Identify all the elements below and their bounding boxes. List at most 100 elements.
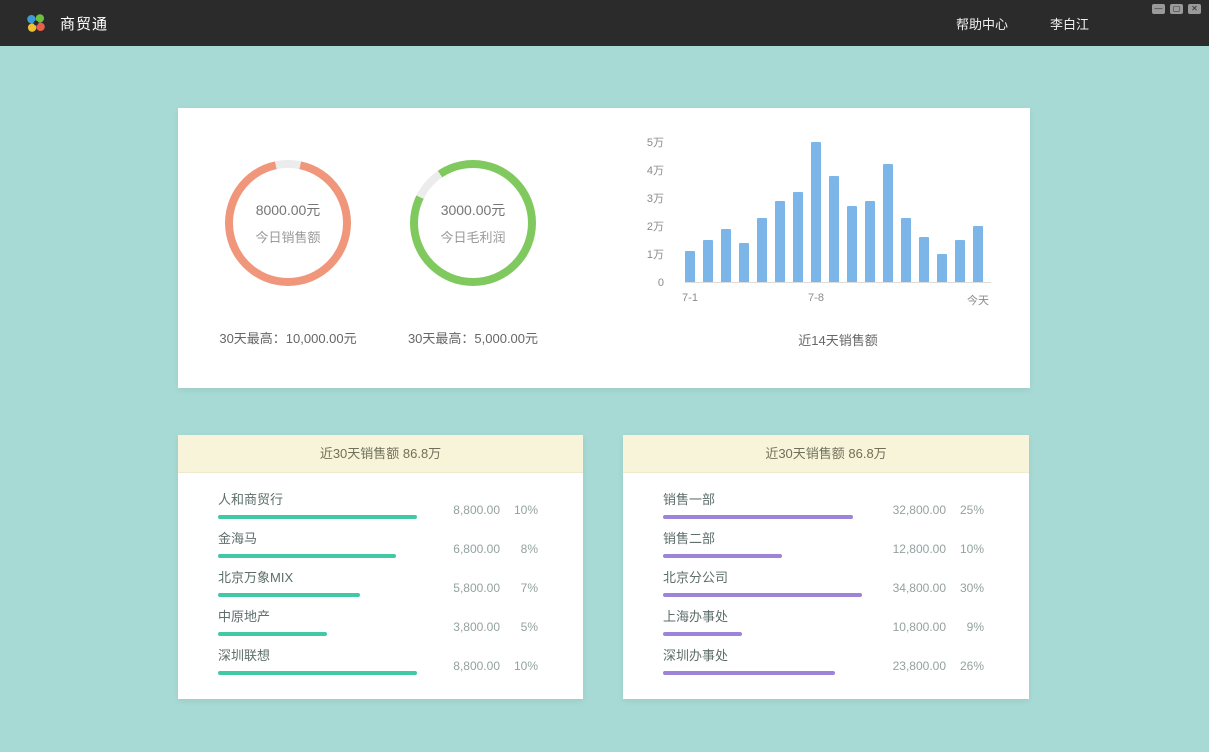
rank-value: 6,800.00 [430, 542, 500, 556]
bar [883, 164, 893, 282]
rank-value: 8,800.00 [430, 503, 500, 517]
today-sales-label: 今日销售额 [255, 227, 320, 246]
bar-plot [685, 143, 991, 283]
app-title: 商贸通 [60, 13, 108, 34]
y-axis-label: 0 [658, 276, 664, 290]
rank-value: 23,800.00 [876, 659, 946, 673]
rank-value-group: 8,800.0010% [430, 503, 538, 517]
rank-value: 32,800.00 [876, 503, 946, 517]
rank-bar [218, 515, 417, 519]
rank-value-group: 23,800.0026% [876, 659, 984, 673]
rank-row: 北京分公司34,800.0030% [663, 567, 984, 606]
app-logo-icon [24, 11, 48, 35]
rank-row: 销售一部32,800.0025% [663, 489, 984, 528]
rank-row: 深圳办事处23,800.0026% [663, 645, 984, 684]
today-sales-donut: 8000.00元 今日销售额 30天最高：10,000.00元 [198, 160, 378, 347]
rank-bar [663, 593, 862, 597]
rank-bar [663, 632, 742, 636]
rank-row: 上海办事处10,800.009% [663, 606, 984, 645]
rank-percent: 8% [500, 542, 538, 556]
overview-card: 8000.00元 今日销售额 30天最高：10,000.00元 3000.00元… [178, 108, 1030, 388]
sales-30d-max: 30天最高：10,000.00元 [198, 328, 378, 347]
bar [829, 176, 839, 282]
bar [793, 192, 803, 282]
today-sales-value: 8000.00元 [256, 200, 321, 220]
rank-value: 10,800.00 [876, 620, 946, 634]
topbar: 商贸通 帮助中心 李白江 — ▢ ✕ [0, 0, 1209, 46]
y-axis-label: 2万 [647, 220, 664, 234]
customer-rank-list: 人和商贸行8,800.0010%金海马6,800.008%北京万象MIX5,80… [178, 473, 583, 684]
bar [919, 237, 929, 282]
sales-donut-center: 8000.00元 今日销售额 [233, 168, 343, 278]
y-axis-label: 1万 [647, 248, 664, 262]
rank-bar [663, 554, 782, 558]
rank-bar [218, 671, 417, 675]
rank-percent: 9% [946, 620, 984, 634]
rank-value: 12,800.00 [876, 542, 946, 556]
today-profit-label: 今日毛利润 [440, 227, 505, 246]
bar [739, 243, 749, 282]
rank-percent: 26% [946, 659, 984, 673]
rank-percent: 7% [500, 581, 538, 595]
chart-caption: 近14天销售额 [685, 330, 991, 349]
bar [721, 229, 731, 282]
rank-bar [218, 632, 327, 636]
rank-percent: 30% [946, 581, 984, 595]
rank-value-group: 8,800.0010% [430, 659, 538, 673]
rank-bar [663, 671, 835, 675]
bar [865, 201, 875, 282]
rank-value-group: 12,800.0010% [876, 542, 984, 556]
department-rank-list: 销售一部32,800.0025%销售二部12,800.0010%北京分公司34,… [623, 473, 1029, 684]
y-axis-label: 3万 [647, 192, 664, 206]
rank-row: 北京万象MIX5,800.007% [218, 567, 538, 606]
topbar-right: 帮助中心 李白江 [956, 14, 1185, 33]
minimize-button[interactable]: — [1152, 4, 1165, 14]
close-button[interactable]: ✕ [1188, 4, 1201, 14]
x-axis: 7-1 7-8 今天 [685, 292, 991, 308]
rank-value: 5,800.00 [430, 581, 500, 595]
rank-value-group: 10,800.009% [876, 620, 984, 634]
customer-card-title: 近30天销售额 86.8万 [178, 435, 583, 473]
bar [973, 226, 983, 282]
rank-value-group: 34,800.0030% [876, 581, 984, 595]
profit-donut-center: 3000.00元 今日毛利润 [418, 168, 528, 278]
user-name[interactable]: 李白江 [1050, 14, 1089, 33]
rank-value: 34,800.00 [876, 581, 946, 595]
rank-row: 深圳联想8,800.0010% [218, 645, 538, 684]
y-axis-label: 4万 [647, 164, 664, 178]
rank-row: 人和商贸行8,800.0010% [218, 489, 538, 528]
rank-bar [218, 554, 396, 558]
bar [685, 251, 695, 282]
bar [901, 218, 911, 282]
bar [955, 240, 965, 282]
x-axis-label: 7-8 [808, 292, 824, 304]
bar [775, 201, 785, 282]
rank-percent: 5% [500, 620, 538, 634]
rank-percent: 25% [946, 503, 984, 517]
y-axis-label: 5万 [647, 136, 664, 150]
rank-value-group: 32,800.0025% [876, 503, 984, 517]
sales-donut-ring: 8000.00元 今日销售额 [225, 160, 351, 286]
window-controls: — ▢ ✕ [1152, 4, 1201, 14]
department-sales-rank-card: 近30天销售额 86.8万 销售一部32,800.0025%销售二部12,800… [623, 435, 1029, 699]
department-card-title: 近30天销售额 86.8万 [623, 435, 1029, 473]
rank-percent: 10% [500, 503, 538, 517]
help-center-link[interactable]: 帮助中心 [956, 14, 1008, 33]
rank-value: 8,800.00 [430, 659, 500, 673]
x-axis-label: 今天 [967, 292, 989, 308]
rank-value-group: 3,800.005% [430, 620, 538, 634]
today-profit-value: 3000.00元 [441, 200, 506, 220]
dashboard: 8000.00元 今日销售额 30天最高：10,000.00元 3000.00元… [0, 46, 1209, 752]
rank-row: 销售二部12,800.0010% [663, 528, 984, 567]
y-axis: 5万 4万 3万 2万 1万 0 [614, 136, 664, 296]
today-profit-donut: 3000.00元 今日毛利润 30天最高：5,000.00元 [383, 160, 563, 347]
profit-30d-max: 30天最高：5,000.00元 [383, 328, 563, 347]
x-axis-label: 7-1 [682, 292, 698, 304]
profit-donut-ring: 3000.00元 今日毛利润 [410, 160, 536, 286]
rank-row: 中原地产3,800.005% [218, 606, 538, 645]
maximize-button[interactable]: ▢ [1170, 4, 1183, 14]
rank-row: 金海马6,800.008% [218, 528, 538, 567]
rank-value: 3,800.00 [430, 620, 500, 634]
bar [937, 254, 947, 282]
rank-percent: 10% [500, 659, 538, 673]
